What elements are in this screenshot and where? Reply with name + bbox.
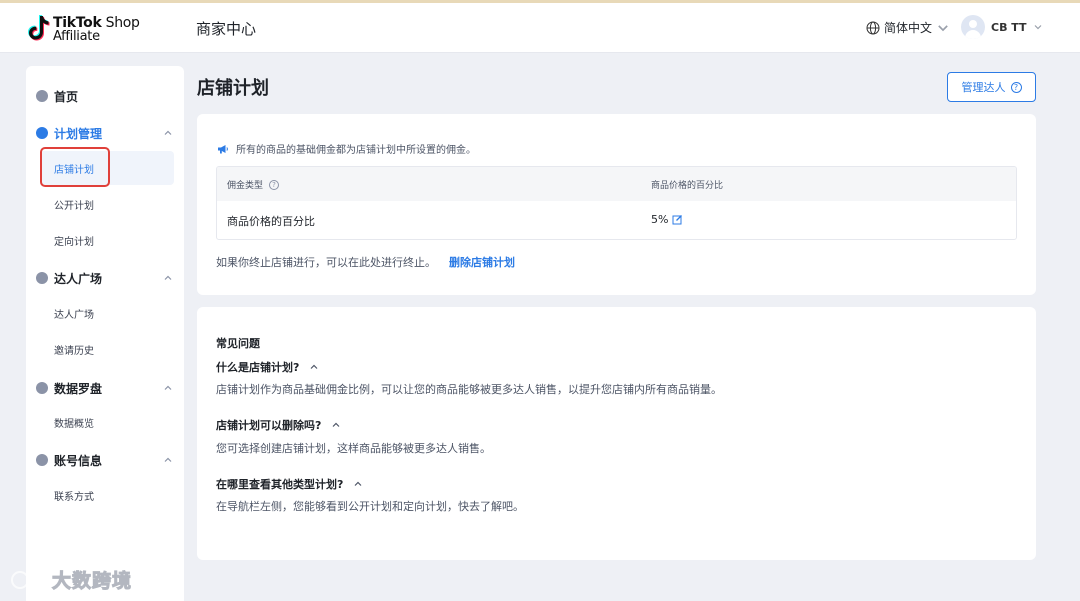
faq-question[interactable]: 在哪里查看其他类型计划?: [216, 476, 363, 492]
commission-value: 5%: [651, 213, 669, 226]
faq-question[interactable]: 什么是店铺计划?: [216, 359, 319, 375]
chevron-down-icon: [1034, 25, 1041, 30]
chevron-up-icon: [310, 364, 318, 369]
sidebar-group-creator-marketplace[interactable]: 达人广场: [26, 266, 184, 290]
sidebar-item-label: 首页: [54, 89, 79, 104]
faq-question-text: 店铺计划可以删除吗?: [216, 419, 322, 432]
sidebar-group-label: 计划管理: [54, 126, 103, 141]
edit-icon[interactable]: [672, 214, 683, 225]
language-selector[interactable]: 简体中文: [866, 19, 950, 36]
sidebar-item-label: 定向计划: [54, 236, 94, 248]
sidebar-group-label: 数据罗盘: [54, 381, 103, 396]
table-row: 商品价格的百分比 5%: [217, 201, 1016, 239]
tiktok-shop-logo[interactable]: TikTok Shop Affiliate: [28, 13, 140, 45]
commission-value-cell: 5%: [651, 213, 683, 226]
plan-icon: [36, 127, 48, 139]
search-people-icon: [36, 272, 48, 284]
globe-icon: [866, 21, 880, 34]
sidebar-item-targeted-plan[interactable]: 定向计划: [40, 223, 174, 257]
column-header-label: 佣金类型: [227, 181, 264, 191]
sidebar-group-label: 达人广场: [54, 271, 103, 286]
faq-question-text: 什么是店铺计划?: [216, 361, 300, 374]
faq-answer: 店铺计划作为商品基础佣金比例，可以让您的商品能够被更多达人销售，以提升您店铺内所…: [216, 383, 722, 396]
home-icon: [36, 90, 48, 102]
sidebar-item-label: 公开计划: [54, 200, 94, 212]
sidebar-item-label: 达人广场: [54, 309, 94, 321]
watermark-logo-icon: [11, 568, 45, 589]
chevron-down-icon: [938, 24, 948, 31]
compass-icon: [36, 382, 48, 394]
commission-type-cell: 商品价格的百分比: [227, 215, 315, 228]
sidebar-group-data-compass[interactable]: 数据罗盘: [26, 376, 184, 400]
tiktok-note-icon: [28, 15, 50, 41]
manage-creators-label: 管理达人: [961, 81, 1006, 94]
sidebar-item-public-plan[interactable]: 公开计划: [40, 187, 174, 221]
sidebar-group-label: 账号信息: [54, 453, 103, 468]
faq-title: 常见问题: [216, 337, 260, 350]
notice-text: 所有的商品的基础佣金都为店铺计划中所设置的佣金。: [236, 145, 476, 156]
commission-table: 佣金类型 ? 商品价格的百分比 商品价格的百分比 5%: [216, 166, 1017, 240]
terminate-hint: 如果你终止店铺进行，可以在此处进行终止。: [216, 256, 436, 269]
user-name: CB TT: [991, 20, 1027, 34]
annotation-highlight-box: [40, 147, 110, 187]
faq-card: 常见问题 什么是店铺计划? 店铺计划作为商品基础佣金比例，可以让您的商品能够被更…: [197, 307, 1036, 560]
faq-answer: 在导航栏左侧，您能够看到公开计划和定向计划，快去了解吧。: [216, 500, 524, 513]
top-header: TikTok Shop Affiliate 商家中心 简体中文 CB TT: [0, 3, 1080, 53]
column-header-percentage: 商品价格的百分比: [651, 178, 723, 191]
manage-creators-button[interactable]: 管理达人 ?: [947, 72, 1036, 102]
chevron-up-icon: [164, 130, 172, 135]
faq-question-text: 在哪里查看其他类型计划?: [216, 478, 344, 491]
sidebar-group-account-info[interactable]: 账号信息: [26, 448, 184, 472]
watermark: 大数跨境: [10, 566, 132, 593]
watermark-text: 大数跨境: [51, 570, 133, 593]
sidebar-item-home[interactable]: 首页: [26, 84, 184, 108]
sidebar-group-plan-management[interactable]: 计划管理: [26, 121, 184, 145]
sidebar-item-invitation-history[interactable]: 邀请历史: [40, 332, 174, 366]
sidebar-item-label: 联系方式: [54, 491, 94, 503]
user-menu[interactable]: CB TT: [961, 15, 1043, 39]
chevron-up-icon: [164, 275, 172, 280]
avatar: [961, 15, 985, 39]
delete-store-plan-link[interactable]: 删除店铺计划: [449, 254, 515, 270]
sidebar-item-contact-info[interactable]: 联系方式: [40, 478, 174, 512]
header-title: 商家中心: [196, 20, 257, 38]
chevron-up-icon: [164, 385, 172, 390]
page-title: 店铺计划: [197, 78, 269, 99]
chevron-up-icon: [354, 481, 362, 486]
column-header-label: 商品价格的百分比: [651, 181, 724, 191]
help-icon: ?: [1010, 81, 1022, 93]
commission-notice: 所有的商品的基础佣金都为店铺计划中所设置的佣金。: [217, 141, 476, 156]
megaphone-icon: [218, 144, 228, 153]
column-header-commission-type: 佣金类型 ?: [227, 178, 280, 191]
chevron-up-icon: [164, 457, 172, 462]
sidebar-item-label: 邀请历史: [54, 345, 94, 357]
table-header: 佣金类型 ? 商品价格的百分比: [217, 167, 1016, 201]
chevron-up-icon: [332, 422, 340, 427]
faq-question[interactable]: 店铺计划可以删除吗?: [216, 417, 341, 433]
help-icon[interactable]: ?: [269, 179, 280, 190]
sidebar-item-label: 数据概览: [54, 418, 94, 430]
faq-answer: 您可选择创建店铺计划，这样商品能够被更多达人销售。: [216, 442, 491, 455]
commission-card: 所有的商品的基础佣金都为店铺计划中所设置的佣金。 佣金类型 ? 商品价格的百分比…: [197, 114, 1036, 295]
sidebar-item-creator-marketplace[interactable]: 达人广场: [40, 296, 174, 330]
language-label: 简体中文: [884, 21, 933, 35]
logo-subtitle: Affiliate: [53, 29, 100, 44]
account-icon: [36, 454, 48, 466]
sidebar-item-data-overview[interactable]: 数据概览: [40, 405, 174, 439]
